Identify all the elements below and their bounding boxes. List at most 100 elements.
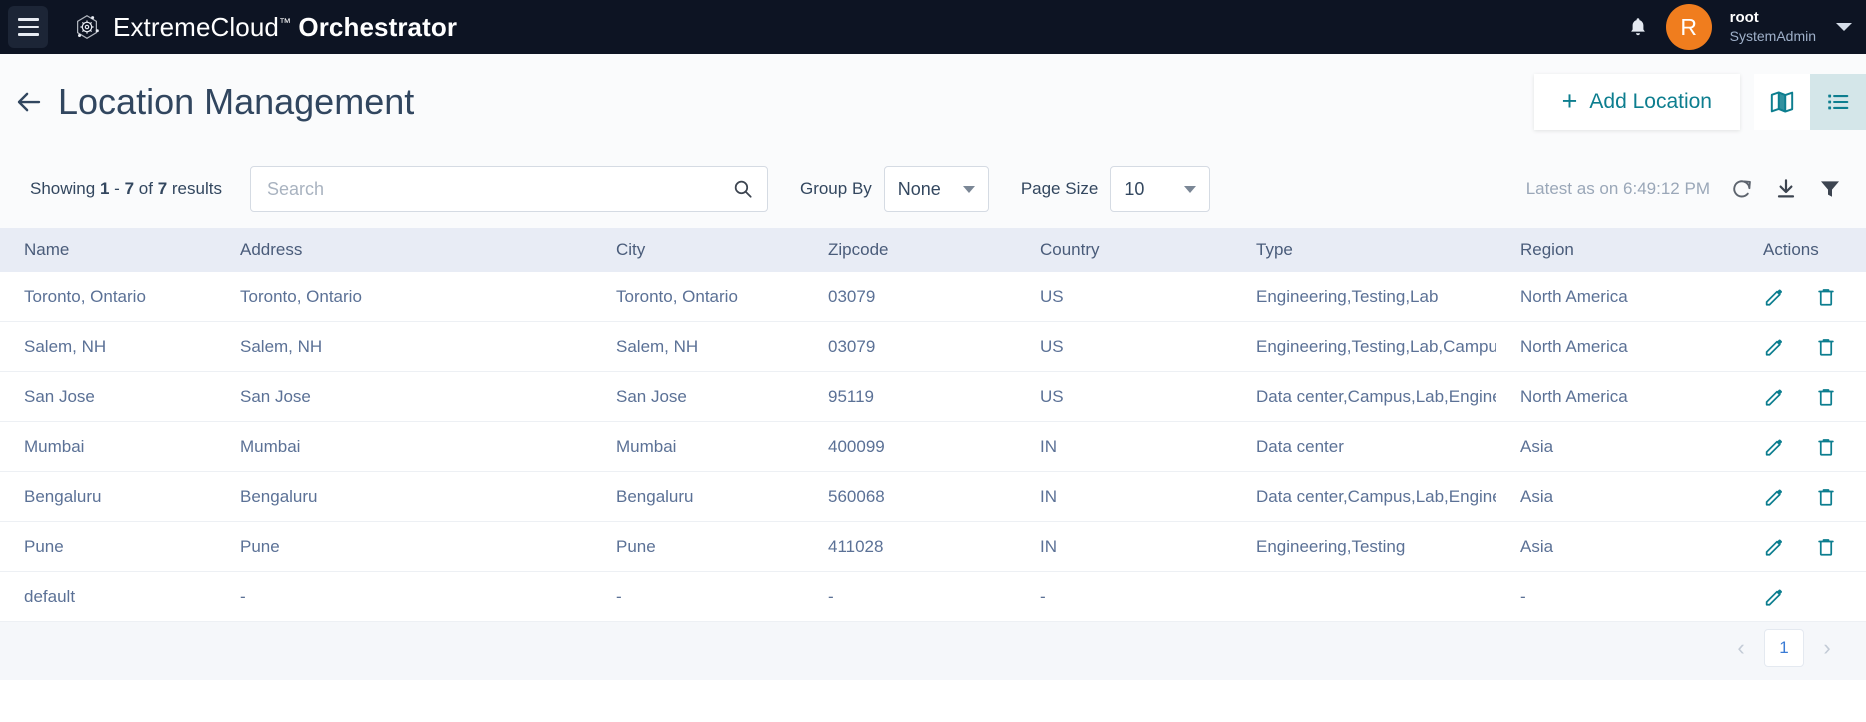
chevron-left-icon[interactable]: ‹ (1724, 631, 1758, 665)
brand-logo: ExtremeCloud™ Orchestrator (72, 12, 457, 43)
hamburger-menu-icon[interactable] (8, 6, 48, 48)
brand-suffix: Orchestrator (298, 11, 458, 42)
user-role: SystemAdmin (1729, 27, 1816, 44)
trash-icon[interactable] (1815, 336, 1837, 358)
chevron-down-icon[interactable] (1836, 23, 1852, 31)
cell-type: Engineering,Testing,Lab,Campus (1256, 336, 1496, 356)
trash-icon[interactable] (1815, 486, 1837, 508)
refresh-icon[interactable] (1730, 177, 1754, 201)
cell-actions (1731, 436, 1866, 458)
bell-icon[interactable] (1626, 14, 1650, 40)
cell-name: default (24, 586, 76, 606)
table-row[interactable]: Bengaluru Bengaluru Bengaluru 560068 IN Data … (0, 472, 1866, 522)
trash-icon[interactable] (1815, 536, 1837, 558)
toolbar-right-group: Latest as on 6:49:12 PM (1526, 177, 1842, 201)
showing-prefix: Showing (30, 179, 96, 198)
filter-icon[interactable] (1818, 177, 1842, 201)
cell-name: Pune (24, 536, 64, 556)
pencil-icon[interactable] (1763, 586, 1785, 608)
showing-to: 7 (124, 179, 135, 198)
page-title: Location Management (58, 81, 415, 122)
page-number-button[interactable]: 1 (1764, 629, 1804, 667)
page-header: Location Management + Add Location (0, 54, 1866, 150)
cell-type: Data center,Campus,Lab,Engineering (1256, 386, 1496, 406)
avatar-initial: R (1680, 13, 1697, 40)
table-row[interactable]: default - - - - - (0, 572, 1866, 622)
pencil-icon[interactable] (1763, 286, 1785, 308)
cell-actions (1731, 536, 1866, 558)
table-row[interactable]: Salem, NH Salem, NH Salem, NH 03079 US Engine… (0, 322, 1866, 372)
cell-region: Asia (1520, 486, 1554, 506)
cell-city: Toronto, Ontario (616, 286, 738, 306)
cell-address: Bengaluru (240, 486, 318, 506)
group-by-select[interactable]: None (883, 166, 989, 212)
column-header-city[interactable]: City (592, 240, 804, 260)
table-row[interactable]: Mumbai Mumbai Mumbai 400099 IN Data center Asi… (0, 422, 1866, 472)
pencil-icon[interactable] (1763, 336, 1785, 358)
cell-type: Data center,Campus,Lab,Engineering (1256, 486, 1496, 506)
cell-country: IN (1040, 536, 1057, 556)
cell-actions (1731, 486, 1866, 508)
cell-city: Bengaluru (616, 486, 694, 506)
cell-country: US (1040, 286, 1064, 306)
cell-address: Salem, NH (240, 336, 323, 356)
cell-address: Toronto, Ontario (240, 286, 362, 306)
add-location-button[interactable]: + Add Location (1533, 74, 1740, 130)
search-input[interactable] (249, 166, 768, 212)
column-header-zipcode[interactable]: Zipcode (804, 240, 1016, 260)
search-icon[interactable] (732, 178, 754, 200)
top-navigation-bar: ExtremeCloud™ Orchestrator R root System… (0, 0, 1866, 54)
pencil-icon[interactable] (1763, 386, 1785, 408)
chevron-down-icon (1184, 185, 1197, 193)
cell-actions (1731, 286, 1866, 308)
column-header-country[interactable]: Country (1016, 240, 1232, 260)
cell-region: Asia (1520, 436, 1554, 456)
cell-city: San Jose (616, 386, 687, 406)
avatar[interactable]: R (1665, 4, 1712, 50)
table-row[interactable]: Toronto, Ontario Toronto, Ontario Toronto,… (0, 272, 1866, 322)
column-header-name[interactable]: Name (0, 240, 216, 260)
map-view-button[interactable] (1754, 74, 1810, 130)
cell-actions (1731, 586, 1866, 608)
chevron-right-icon[interactable]: › (1810, 631, 1844, 665)
table-row[interactable]: Pune Pune Pune 411028 IN Engineering,Testing A… (0, 522, 1866, 572)
pencil-icon[interactable] (1763, 486, 1785, 508)
pencil-icon[interactable] (1763, 536, 1785, 558)
cell-zipcode: 560068 (828, 486, 885, 506)
cell-city: Mumbai (616, 436, 677, 456)
page-size-value: 10 (1124, 178, 1145, 199)
arrow-left-icon[interactable] (14, 87, 44, 117)
pencil-icon[interactable] (1763, 436, 1785, 458)
hamburger-line (17, 18, 39, 21)
cell-name: Bengaluru (24, 486, 102, 506)
column-header-type[interactable]: Type (1232, 240, 1496, 260)
cell-country: US (1040, 386, 1064, 406)
table-row[interactable]: San Jose San Jose San Jose 95119 US Data cent… (0, 372, 1866, 422)
list-view-button[interactable] (1810, 74, 1866, 130)
list-icon (1828, 94, 1849, 110)
trash-icon[interactable] (1815, 286, 1837, 308)
latest-timestamp-label: Latest as on 6:49:12 PM (1525, 179, 1710, 198)
cell-region: Asia (1520, 536, 1554, 556)
column-header-address[interactable]: Address (216, 240, 592, 260)
page-size-select[interactable]: 10 (1110, 166, 1211, 212)
download-icon[interactable] (1774, 177, 1798, 201)
trash-icon[interactable] (1815, 386, 1837, 408)
results-count-label: Showing 1 - 7 of 7 results (30, 179, 222, 199)
cell-city: Pune (616, 536, 656, 556)
showing-suffix: results (171, 179, 222, 198)
search-container (249, 166, 768, 212)
cell-zipcode: - (828, 586, 834, 606)
pagination-bar: ‹ 1 › (0, 622, 1866, 674)
extreme-atom-gear-icon (77, 15, 99, 39)
column-header-region[interactable]: Region (1496, 240, 1731, 260)
cell-zipcode: 03079 (828, 336, 876, 356)
chevron-down-icon (962, 185, 975, 193)
trash-icon[interactable] (1815, 436, 1837, 458)
showing-from: 1 (99, 179, 110, 198)
cell-address: Pune (240, 536, 280, 556)
cell-address: Mumbai (240, 436, 301, 456)
brand-prefix: ExtremeCloud (113, 11, 279, 42)
user-info[interactable]: root SystemAdmin (1730, 9, 1816, 45)
group-by-value: None (897, 178, 941, 199)
